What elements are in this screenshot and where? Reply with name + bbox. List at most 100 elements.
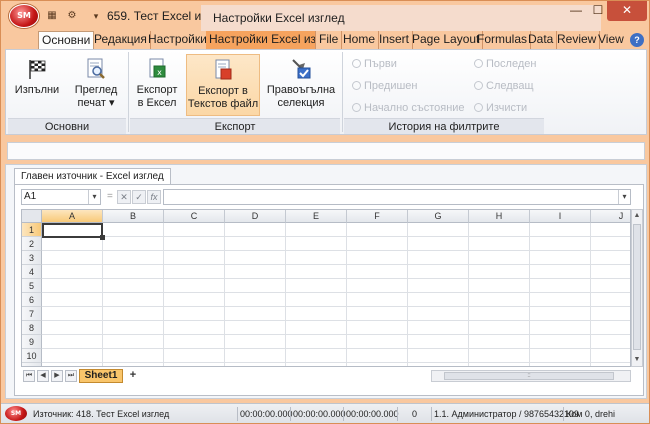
column-header-c[interactable]: C [164,210,225,223]
vertical-scrollbar[interactable]: ▲ ▼ [631,209,643,367]
filter-bar[interactable] [7,142,645,160]
scroll-up-icon[interactable]: ▲ [632,210,642,222]
export-excel-label-2: в Ексел [137,97,177,109]
close-button[interactable]: ✕ [607,1,647,21]
history-first-button[interactable]: Първи [352,58,397,70]
column-header-b[interactable]: B [103,210,164,223]
horizontal-scrollbar[interactable]: :: [431,370,631,382]
cell-grid[interactable]: ABCDEFGHIJ 1234567891011 [21,209,631,367]
cancel-icon[interactable]: ✕ [117,190,131,204]
tab-page-layout[interactable]: Page Layout [409,31,484,49]
ribbon-separator [342,52,343,132]
spreadsheet-area: A1 ▾ = ✕ ✓ fx ▾ ABCDEFGHIJ1234567891011 … [14,184,644,396]
column-header-a[interactable]: A [42,210,103,223]
print-preview-button[interactable]: Преглед печат ▾ [70,54,122,116]
status-time-3: 00:00:00.000 [343,407,399,421]
history-clear-button[interactable]: Изчисти [474,102,527,114]
grid-line [42,236,630,237]
run-button[interactable]: Изпълни [12,54,62,116]
document-title[interactable]: 659. Тест Excel и... [107,9,211,23]
first-sheet-icon[interactable]: ⏮ [23,370,35,382]
row-header-10[interactable]: 10 [22,349,42,363]
export-text-button[interactable]: Експорт в Текстов файл [186,54,260,116]
tab-data[interactable]: Data [525,31,558,49]
grid-line [346,223,347,366]
export-excel-label-1: Експорт [136,84,178,96]
name-box[interactable]: A1 ▾ [21,189,101,205]
history-next-button[interactable]: Следващ [474,80,534,92]
history-previous-label: Предишен [364,80,418,92]
last-sheet-icon[interactable]: ⏭ [65,370,77,382]
chevron-down-icon[interactable]: ▾ [88,190,100,204]
history-previous-button[interactable]: Предишен [352,80,417,92]
column-header-i[interactable]: I [530,210,591,223]
row-header-6[interactable]: 6 [22,293,42,307]
row-header-3[interactable]: 3 [22,251,42,265]
active-cell[interactable] [42,223,105,240]
select-all-corner[interactable] [22,210,42,223]
sheet-tab-sheet1[interactable]: Sheet1 [79,369,123,383]
scroll-down-icon[interactable]: ▼ [632,354,642,366]
next-sheet-icon[interactable]: ▶ [51,370,63,382]
formula-input[interactable]: ▾ [163,189,631,205]
column-header-j[interactable]: J [591,210,630,223]
function-icon[interactable]: fx [147,190,161,204]
svg-text:x: x [157,68,162,77]
export-excel-button[interactable]: x Експорт в Ексел [132,54,182,116]
row-header-4[interactable]: 4 [22,265,42,279]
tab-formulas[interactable]: Formulas [474,31,532,49]
row-header-2[interactable]: 2 [22,237,42,251]
column-header-e[interactable]: E [286,210,347,223]
grid-icon[interactable]: ▦ [45,9,59,23]
row-header-1[interactable]: 1 [22,223,42,237]
tab-excel-view-settings[interactable]: Настройки Excel изгл [206,31,316,49]
history-last-label: Последен [486,58,537,70]
initial-state-icon [352,103,361,112]
tab-insert[interactable]: Insert [376,31,414,49]
horizontal-scroll-thumb[interactable]: :: [444,372,614,380]
status-count: 0 [397,407,429,421]
add-sheet-icon[interactable]: + [127,370,139,382]
column-header-f[interactable]: F [347,210,408,223]
column-header-g[interactable]: G [408,210,469,223]
tab-settings[interactable]: Настройки [145,31,211,49]
chevron-down-icon[interactable]: ▾ [618,190,630,204]
tab-view[interactable]: View [595,31,627,49]
app-window: SM ▦ ⚙ ▾ 659. Тест Excel и... Настройки … [0,0,650,424]
formula-equals: = [107,191,113,202]
next-icon [474,81,483,90]
history-last-button[interactable]: Последен [474,58,536,70]
help-icon[interactable]: ? [630,33,644,47]
gear-icon[interactable]: ⚙ [65,9,79,23]
tab-edit[interactable]: Редакция [91,31,151,49]
grid-line [285,223,286,366]
confirm-icon[interactable]: ✓ [132,190,146,204]
document-tab[interactable]: Главен източник - Excel изглед [14,168,171,184]
row-header-11[interactable]: 11 [22,363,42,366]
column-header-h[interactable]: H [469,210,530,223]
row-header-7[interactable]: 7 [22,307,42,321]
grid-line [42,264,630,265]
column-header-d[interactable]: D [225,210,286,223]
row-header-9[interactable]: 9 [22,335,42,349]
history-initial-button[interactable]: Начално състояние [352,102,465,114]
grid-line [42,362,630,363]
rect-selection-button[interactable]: Правоъгълна селекция [264,54,338,116]
grid-line [163,223,164,366]
row-header-8[interactable]: 8 [22,321,42,335]
qat-dropdown-icon[interactable]: ▾ [89,9,103,23]
vertical-scroll-thumb[interactable] [633,224,641,350]
tab-home[interactable]: Home [340,31,380,49]
tab-basic[interactable]: Основни [38,31,95,49]
grid-line [42,306,630,307]
app-menu-button[interactable]: SM [9,4,39,28]
row-header-5[interactable]: 5 [22,279,42,293]
rect-selection-icon [292,59,311,79]
history-next-label: Следващ [486,80,534,92]
ribbon-separator [128,52,129,132]
history-initial-label: Начално състояние [364,102,465,114]
prev-sheet-icon[interactable]: ◀ [37,370,49,382]
tab-file[interactable]: File [316,31,343,49]
tab-review[interactable]: Review [554,31,601,49]
grid-line [42,278,630,279]
